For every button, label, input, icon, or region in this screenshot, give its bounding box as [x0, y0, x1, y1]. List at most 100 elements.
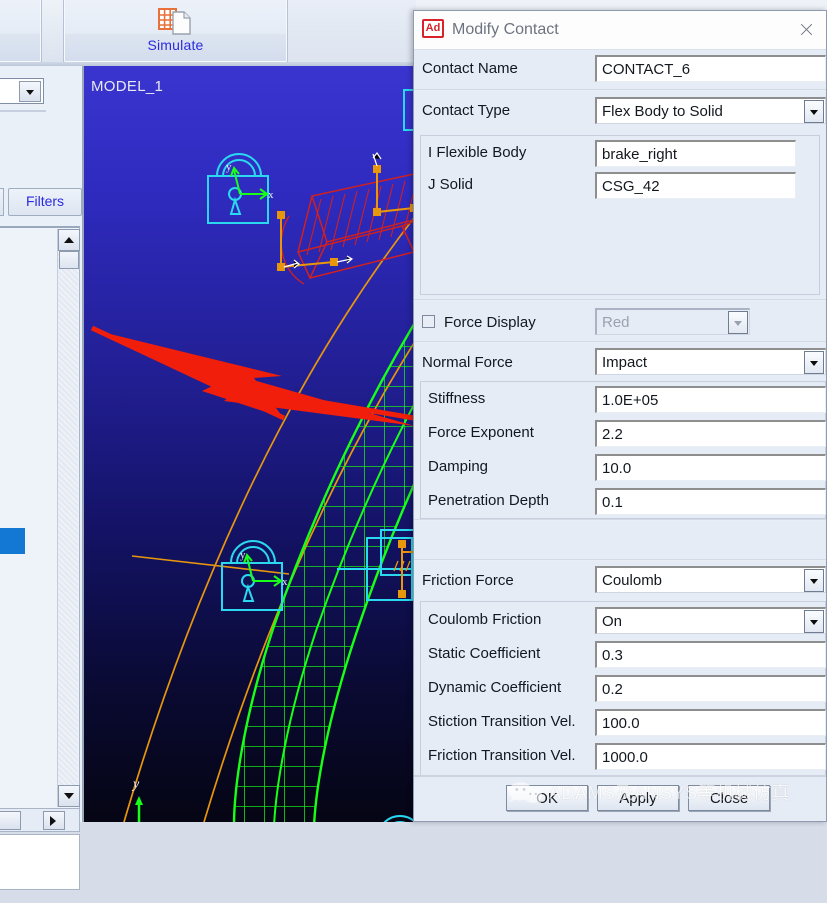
i-flexible-body-label: I Flexible Body [428, 144, 527, 161]
list-item[interactable]: _5 [0, 554, 25, 580]
hscroll-thumb[interactable] [0, 811, 21, 830]
svg-text:y: y [240, 549, 246, 561]
scroll-up-button[interactable] [58, 229, 80, 251]
scrollbar-thumb[interactable] [59, 251, 79, 269]
list-item[interactable]: _4 [0, 632, 25, 658]
field-row-friction-force: Friction Force Coulomb [414, 561, 826, 601]
close-button-label: Close [709, 790, 749, 807]
force-exponent-value: 2.2 [602, 426, 623, 443]
friction-force-label: Friction Force [422, 572, 514, 589]
i-flexible-body-value: brake_right [602, 146, 678, 163]
friction-transition-vel-value: 1000.0 [602, 749, 648, 766]
force-display-label: Force Display [444, 314, 536, 331]
close-icon[interactable] [792, 17, 820, 43]
adams-ad-icon: Ad [422, 19, 444, 38]
panel-divider [0, 110, 46, 112]
filters-adjacent-button[interactable] [0, 188, 4, 216]
i-flexible-body-input[interactable]: brake_right [595, 140, 796, 167]
stiffness-input[interactable]: 1.0E+05 [595, 386, 826, 413]
section-divider [414, 519, 826, 521]
svg-text:x: x [282, 576, 288, 588]
field-row-dynamic-coefficient: Dynamic Coefficient 0.2 [414, 671, 826, 705]
normal-force-value: Impact [602, 354, 648, 371]
ribbon-tile-simulate[interactable]: Simulate [63, 0, 288, 63]
contact-type-select[interactable]: Flex Body to Solid [595, 97, 826, 124]
field-row-flexible-body: I Flexible Body brake_right [414, 137, 826, 169]
list-item[interactable]: 4 [0, 580, 25, 606]
horizontal-scrollbar[interactable] [0, 808, 80, 832]
modify-contact-dialog: Ad Modify Contact Contact Name CONTACT_6… [413, 10, 827, 822]
chevron-down-icon[interactable] [19, 81, 41, 102]
apply-button[interactable]: Apply [597, 785, 679, 811]
ribbon-simulate-label: Simulate [147, 37, 204, 53]
apply-button-label: Apply [619, 790, 657, 807]
chevron-down-icon[interactable] [804, 100, 824, 123]
contact-name-input[interactable]: CONTACT_6 [595, 55, 826, 82]
triad-y-label: y [131, 777, 140, 792]
svg-text:y: y [226, 161, 232, 173]
field-row-j-solid: J Solid CSG_42 [414, 169, 826, 201]
scroll-right-button[interactable] [43, 811, 65, 830]
filters-button[interactable]: Filters [8, 188, 82, 216]
coulomb-friction-label: Coulomb Friction [428, 611, 542, 628]
static-coefficient-input[interactable]: 0.3 [595, 641, 826, 668]
damping-input[interactable]: 10.0 [595, 454, 826, 481]
coulomb-friction-value: On [602, 613, 623, 630]
chevron-down-icon[interactable] [804, 351, 824, 374]
section-divider [414, 299, 826, 301]
ribbon-tile-left[interactable] [0, 0, 42, 63]
dialog-title: Modify Contact [452, 21, 559, 38]
damping-value: 10.0 [602, 460, 632, 477]
model-tree-list[interactable]: _6 _5 4 3 _4 _3 es [0, 226, 80, 809]
stiction-transition-vel-value: 100.0 [602, 715, 640, 732]
contact-type-value: Flex Body to Solid [602, 103, 723, 120]
chevron-down-icon[interactable] [728, 311, 748, 334]
chevron-down-icon[interactable] [804, 610, 824, 633]
field-row-normal-force: Normal Force Impact [414, 343, 826, 383]
dynamic-coefficient-input[interactable]: 0.2 [595, 675, 826, 702]
field-row-stiction-transition-vel: Stiction Transition Vel. 100.0 [414, 705, 826, 739]
chevron-down-icon[interactable] [804, 569, 824, 592]
ok-button[interactable]: OK [506, 785, 588, 811]
scroll-down-button[interactable] [58, 785, 80, 807]
list-item[interactable]: _3 [0, 658, 25, 684]
friction-transition-vel-label: Friction Transition Vel. [428, 747, 576, 764]
close-button[interactable]: Close [688, 785, 770, 811]
list-item[interactable]: 3 [0, 606, 25, 632]
field-row-force-exponent: Force Exponent 2.2 [414, 416, 826, 450]
force-display-color-select[interactable]: Red [595, 308, 750, 335]
filters-button-label: Filters [25, 193, 65, 209]
model-tree-items: _6 _5 4 3 _4 _3 [0, 528, 25, 684]
browser-filter-combo[interactable] [0, 78, 44, 104]
stiction-transition-vel-input[interactable]: 100.0 [595, 709, 826, 736]
solid-body-wireframe [280, 165, 436, 285]
force-display-checkbox[interactable] [422, 315, 435, 328]
simulate-icon [157, 8, 191, 35]
ribbon-empty-area [286, 0, 416, 62]
coordinate-triad: y z x [131, 777, 143, 822]
vertical-scrollbar[interactable] [57, 229, 80, 807]
field-row-force-display: Force Display Red [414, 303, 826, 343]
static-coefficient-label: Static Coefficient [428, 645, 541, 662]
list-item[interactable]: _6 [0, 528, 25, 554]
penetration-depth-input[interactable]: 0.1 [595, 488, 826, 515]
panel-status-area [0, 834, 80, 890]
contact-name-label: Contact Name [422, 60, 518, 77]
force-display-color-value: Red [602, 314, 630, 331]
dynamic-coefficient-value: 0.2 [602, 681, 623, 698]
j-solid-label: J Solid [428, 176, 474, 193]
friction-force-select[interactable]: Coulomb [595, 566, 826, 593]
penetration-depth-label: Penetration Depth [428, 492, 549, 509]
friction-transition-vel-input[interactable]: 1000.0 [595, 743, 826, 770]
dynamic-coefficient-label: Dynamic Coefficient [428, 679, 562, 696]
field-row-static-coefficient: Static Coefficient 0.3 [414, 637, 826, 671]
ok-button-label: OK [536, 790, 558, 807]
force-exponent-input[interactable]: 2.2 [595, 420, 826, 447]
dialog-titlebar: Ad Modify Contact [414, 11, 826, 50]
coulomb-friction-select[interactable]: On [595, 607, 826, 634]
field-row-stiffness: Stiffness 1.0E+05 [414, 382, 826, 416]
model-browser-panel: Filters _6 _5 4 3 _4 _3 es [0, 66, 84, 890]
j-solid-input[interactable]: CSG_42 [595, 172, 796, 199]
normal-force-select[interactable]: Impact [595, 348, 826, 375]
field-row-contact-name: Contact Name CONTACT_6 [414, 49, 826, 89]
